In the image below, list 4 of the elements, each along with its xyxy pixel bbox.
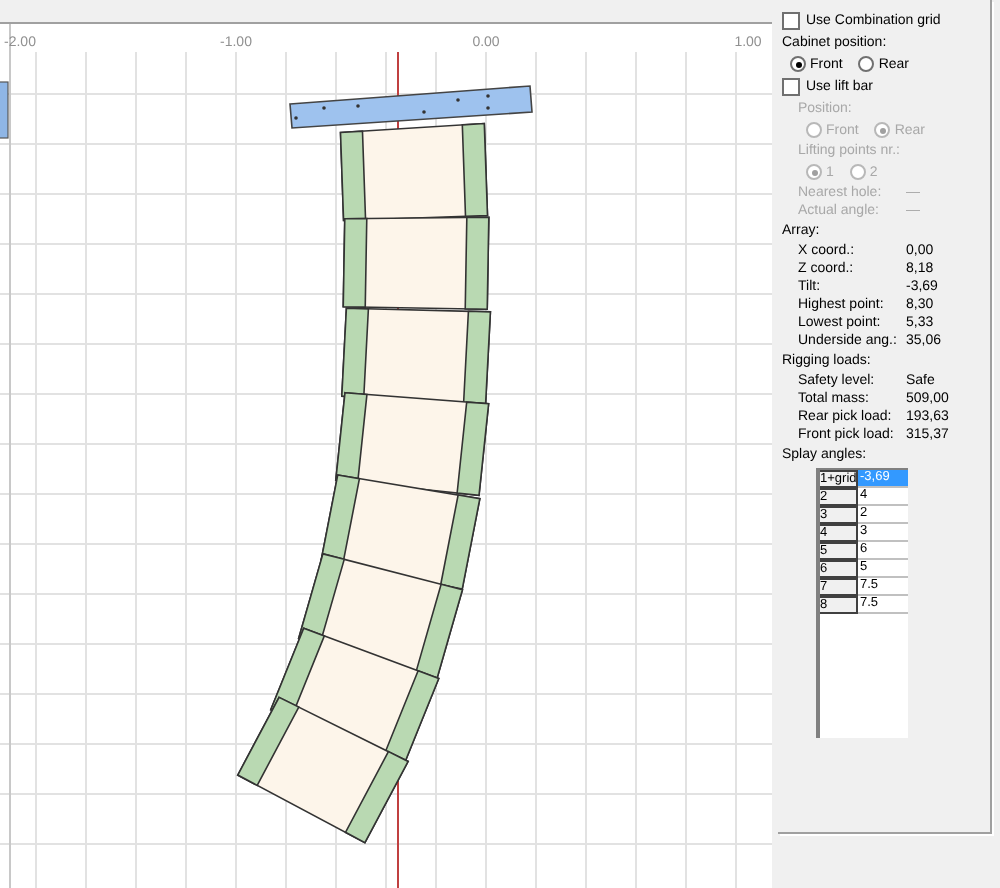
radio-button[interactable] [790, 56, 806, 72]
checkbox[interactable] [782, 12, 800, 30]
radio-button[interactable] [858, 56, 875, 72]
flybar-drawing [0, 81, 9, 139]
